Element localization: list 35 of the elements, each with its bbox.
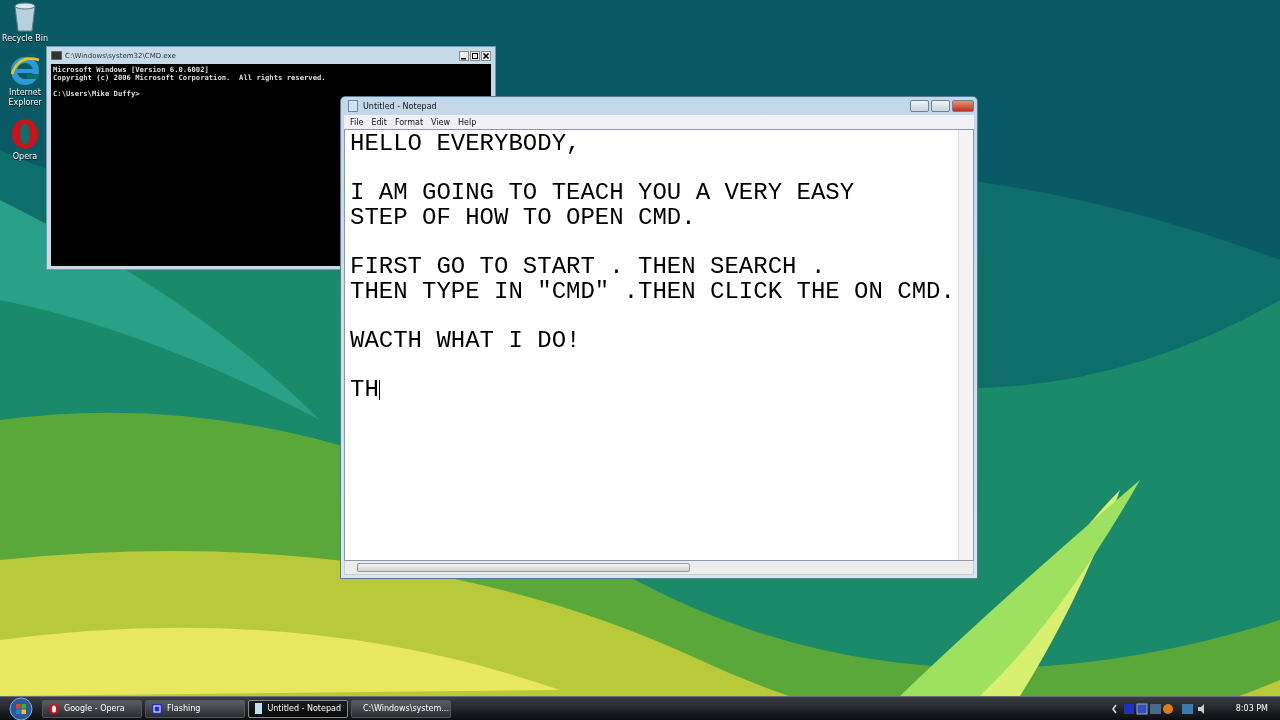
maximize-button[interactable] xyxy=(470,50,480,61)
opera-icon xyxy=(49,703,59,714)
menu-item[interactable]: Help xyxy=(454,117,481,127)
taskbar-button[interactable]: Flashing xyxy=(145,699,245,718)
text-line: THEN TYPE IN "CMD" .THEN CLICK THE ON CMD. xyxy=(350,279,955,305)
desktop-icon-label[interactable]: Recycle Bin xyxy=(1,34,49,44)
text-line: TH xyxy=(350,377,379,403)
text-cursor xyxy=(378,380,380,401)
desktop-icon-label[interactable]: Internet Explorer xyxy=(1,88,49,108)
text-line: STEP OF HOW TO OPEN CMD. xyxy=(350,205,696,231)
menu-item[interactable]: Edit xyxy=(367,117,391,127)
notepad-icon xyxy=(255,703,263,714)
clock[interactable]: 8:03 PM xyxy=(1235,704,1268,713)
close-button[interactable] xyxy=(481,50,491,61)
text-line: WACTH WHAT I DO! xyxy=(350,328,581,354)
horizontal-scrollbar[interactable] xyxy=(344,561,974,575)
text-line: FIRST GO TO START . THEN SEARCH . xyxy=(350,254,826,280)
console-icon xyxy=(51,51,62,60)
menu-item[interactable]: File xyxy=(346,117,368,127)
browser-e-icon[interactable] xyxy=(9,54,41,86)
menu-item[interactable]: Format xyxy=(390,117,428,127)
text-line: HELLO EVERYBODY, xyxy=(350,132,581,157)
start-button[interactable] xyxy=(6,696,36,720)
minimize-button[interactable] xyxy=(459,50,469,61)
recycle-bin-icon[interactable] xyxy=(12,2,38,32)
taskbar-button[interactable]: C:\Windows\system... xyxy=(351,699,451,718)
text-line: I AM GOING TO TEACH YOU A VERY EASY xyxy=(350,181,855,206)
taskbar-button[interactable]: Google - Opera xyxy=(42,699,142,718)
notepad-icon xyxy=(348,100,358,112)
menu-item[interactable]: View xyxy=(427,117,455,127)
desktop-icon-label[interactable]: Opera xyxy=(1,152,49,162)
window-title: Untitled - Notepad xyxy=(363,101,438,111)
vertical-scrollbar[interactable] xyxy=(958,130,973,560)
window-icon xyxy=(152,703,162,714)
taskbar-button[interactable]: Untitled - Notepad xyxy=(248,699,348,718)
